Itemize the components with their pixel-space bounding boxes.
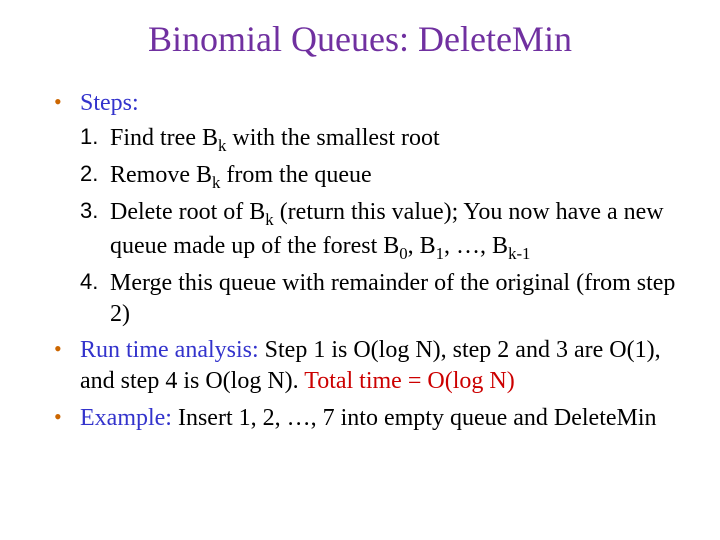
- runtime-label: Run time analysis:: [80, 337, 259, 363]
- step1-post: with the smallest root: [226, 125, 439, 151]
- step3-c: , B: [408, 233, 436, 259]
- step-3: Delete root of Bk (return this value); Y…: [80, 197, 682, 264]
- slide: Binomial Queues: DeleteMin Steps: Find t…: [0, 0, 720, 434]
- step-1: Find tree Bk with the smallest root: [80, 123, 682, 156]
- step2-pre: Remove B: [110, 162, 212, 188]
- bullet-list: Steps: Find tree Bk with the smallest ro…: [38, 88, 682, 434]
- steps-list: Find tree Bk with the smallest root Remo…: [80, 123, 682, 330]
- step2-post: from the queue: [220, 162, 371, 188]
- step-2: Remove Bk from the queue: [80, 160, 682, 193]
- step1-pre: Find tree B: [110, 125, 218, 151]
- steps-label: Steps:: [80, 90, 139, 116]
- example-label: Example:: [80, 405, 172, 431]
- slide-title: Binomial Queues: DeleteMin: [38, 18, 682, 60]
- runtime-total: Total time = O(log N): [304, 368, 514, 394]
- step3-a: Delete root of B: [110, 199, 265, 225]
- bullet-runtime: Run time analysis: Step 1 is O(log N), s…: [54, 335, 682, 396]
- step3-d: , …, B: [444, 233, 508, 259]
- step3-sub-0: 0: [399, 243, 407, 262]
- step3-sub-k: k: [265, 210, 273, 229]
- bullet-example: Example: Insert 1, 2, …, 7 into empty qu…: [54, 403, 682, 434]
- step-4: Merge this queue with remainder of the o…: [80, 268, 682, 329]
- example-body: Insert 1, 2, …, 7 into empty queue and D…: [172, 405, 657, 431]
- bullet-steps: Steps: Find tree Bk with the smallest ro…: [54, 88, 682, 329]
- step4-text: Merge this queue with remainder of the o…: [110, 270, 675, 327]
- step3-sub-k1: k-1: [508, 243, 530, 262]
- step3-sub-1: 1: [436, 243, 444, 262]
